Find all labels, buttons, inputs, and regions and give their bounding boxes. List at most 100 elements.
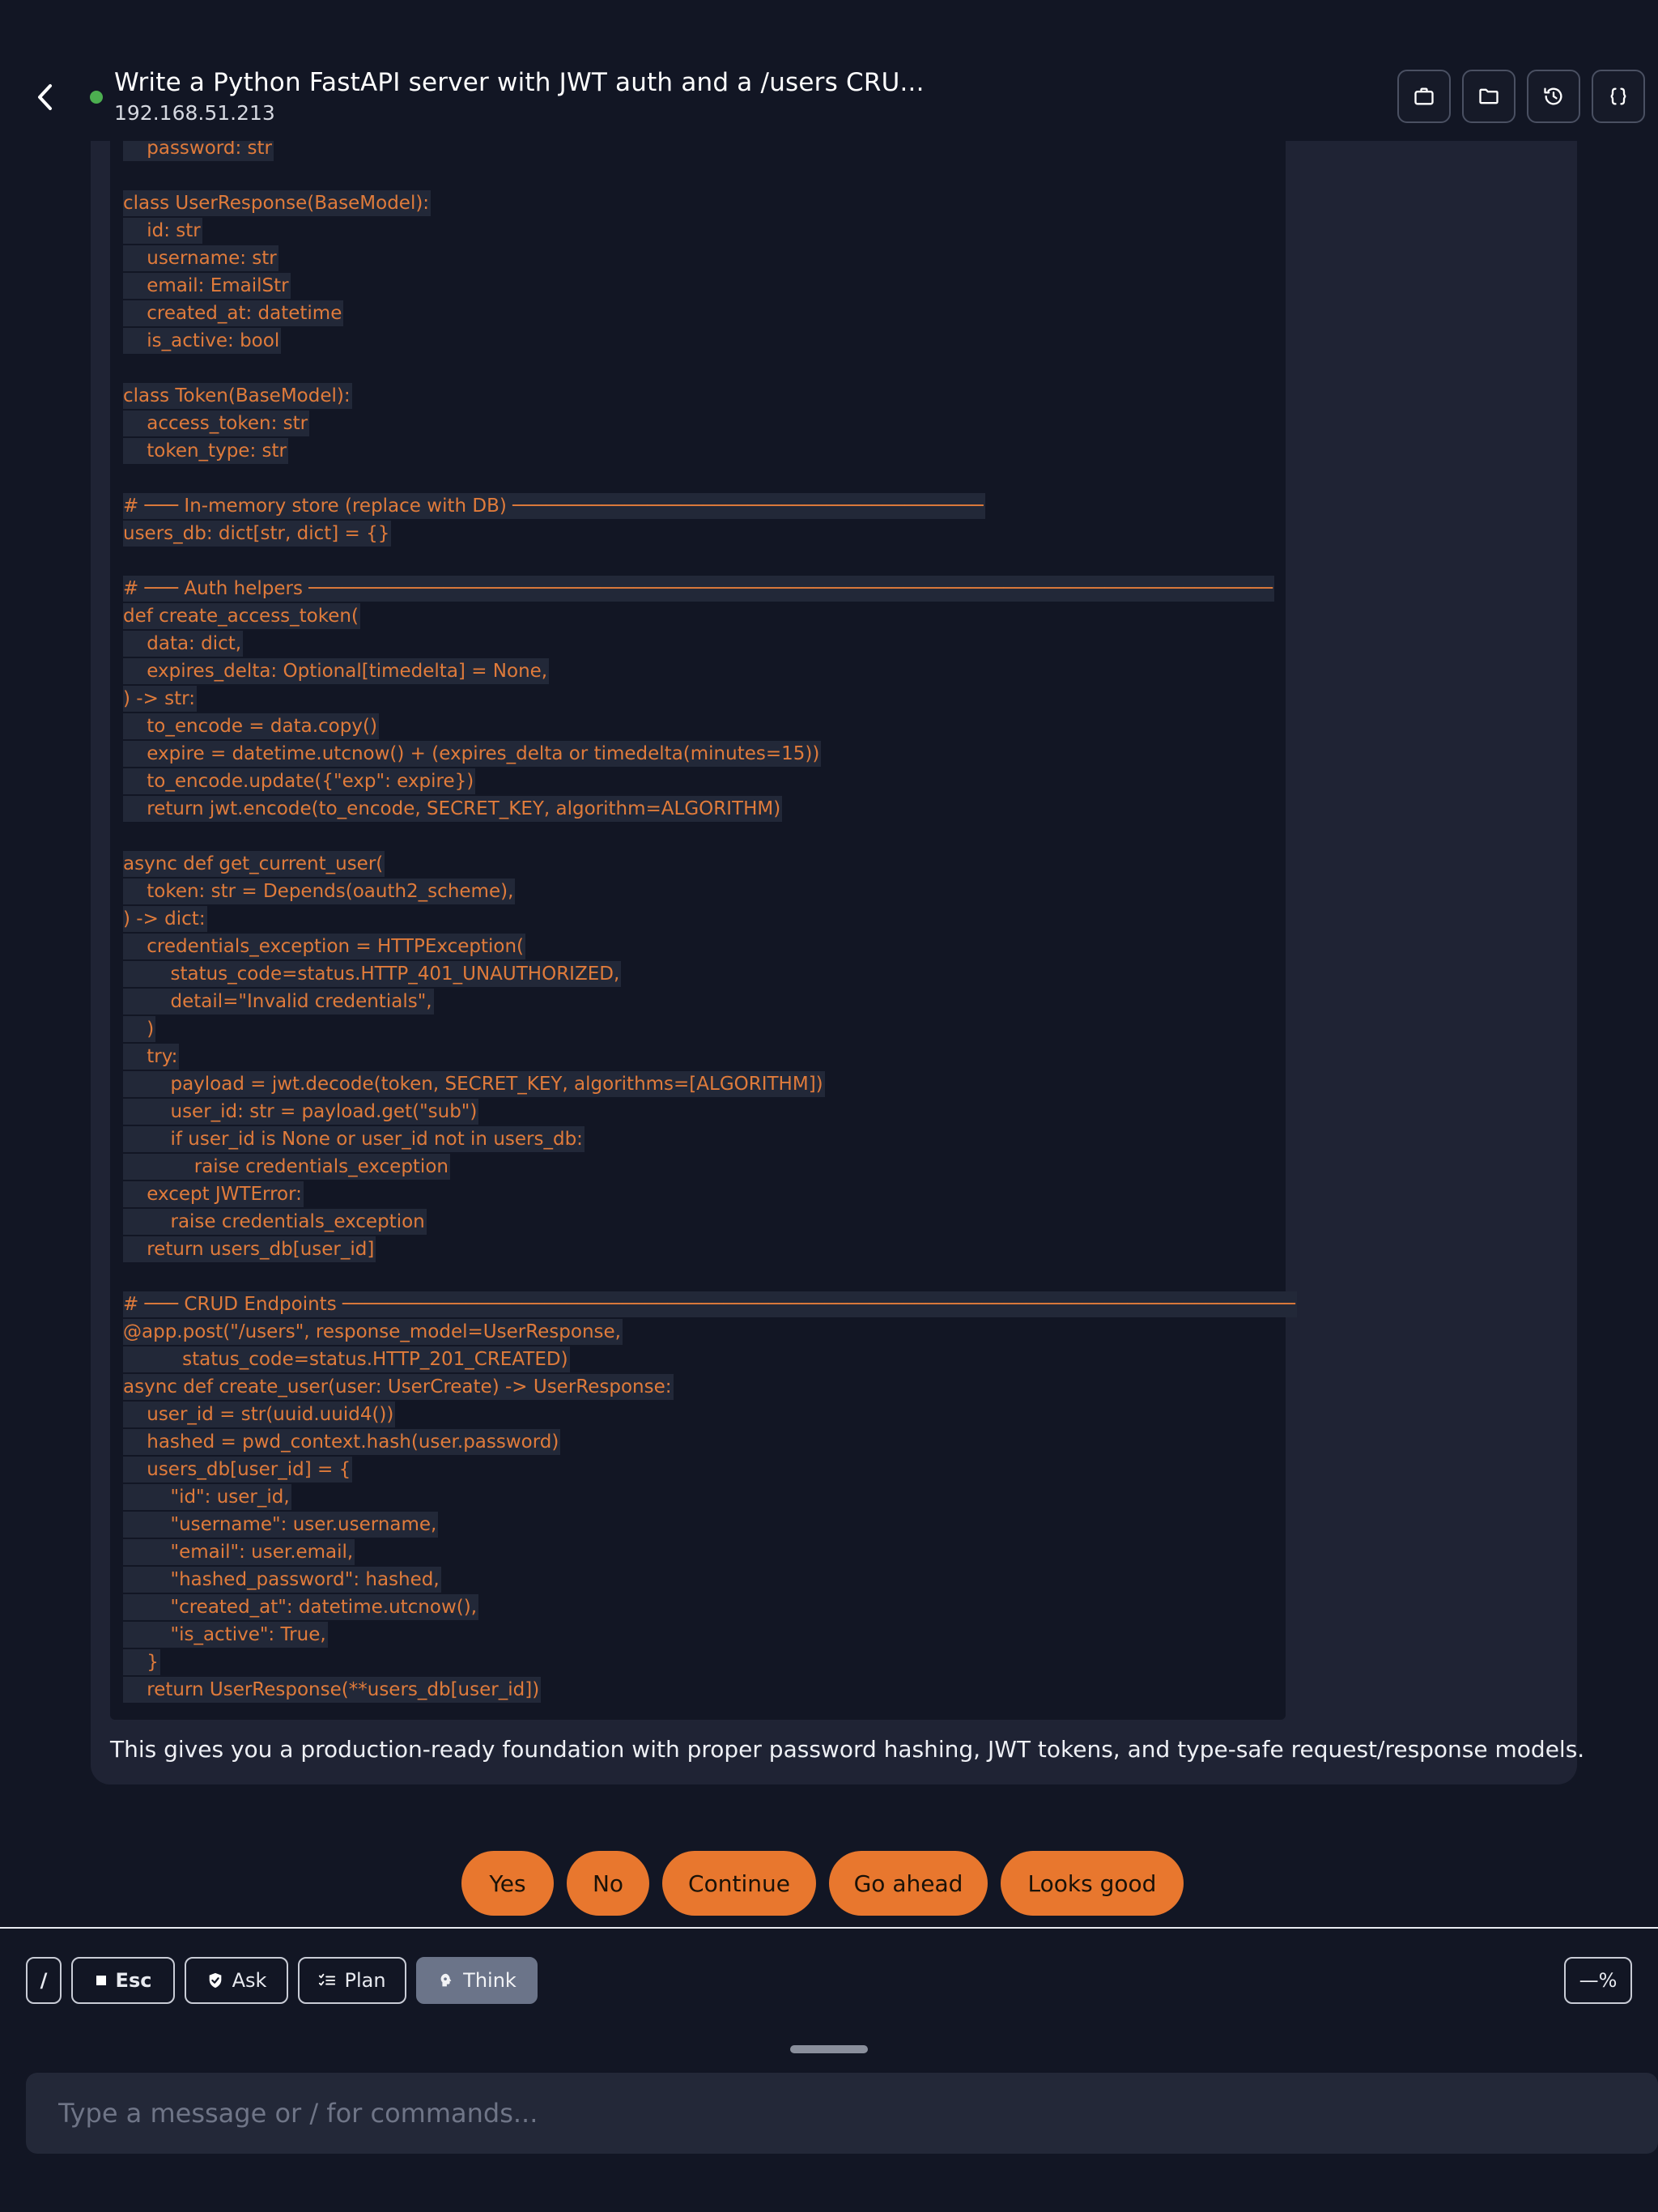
code-line-text: if user_id is None or user_id not in use… [123, 1126, 585, 1152]
code-line: token_type: str [123, 437, 1273, 465]
plan-label: Plan [344, 1969, 386, 1992]
code-line-text: email: EmailStr [123, 273, 291, 299]
code-line-text: "email": user.email, [123, 1539, 355, 1565]
code-line: id: str [123, 217, 1273, 245]
code-line: async def create_user(user: UserCreate) … [123, 1373, 1273, 1401]
slash-commands-button[interactable]: / [26, 1957, 62, 2004]
session-title: Write a Python FastAPI server with JWT a… [114, 68, 925, 97]
drag-handle[interactable] [790, 2045, 868, 2053]
code-line: "hashed_password": hashed, [123, 1566, 1273, 1593]
quick-reply-go-ahead[interactable]: Go ahead [829, 1851, 988, 1916]
esc-label: Esc [115, 1969, 152, 1992]
code-line: try: [123, 1043, 1273, 1070]
code-line: token: str = Depends(oauth2_scheme), [123, 878, 1273, 905]
divider [0, 1927, 1658, 1929]
code-line-text: class UserResponse(BaseModel): [123, 190, 432, 216]
code-line: expire = datetime.utcnow() + (expires_de… [123, 740, 1273, 768]
message-summary: This gives you a production-ready founda… [110, 1736, 1585, 1763]
brain-icon [440, 1973, 452, 1987]
code-line-text: token: str = Depends(oauth2_scheme), [123, 878, 516, 904]
quick-reply-no[interactable]: No [567, 1851, 649, 1916]
code-line-text: return UserResponse(**users_db[user_id]) [123, 1677, 542, 1703]
code-line-text: detail="Invalid credentials", [123, 989, 434, 1015]
code-line-text: # ─── CRUD Endpoints ───────────────────… [123, 1291, 1298, 1317]
code-line-text: status_code=status.HTTP_201_CREATED) [123, 1346, 570, 1372]
code-line: status_code=status.HTTP_201_CREATED) [123, 1346, 1273, 1373]
code-line-text: "is_active": True, [123, 1622, 328, 1648]
code-line: username: str [123, 245, 1273, 272]
briefcase-button[interactable] [1397, 70, 1451, 123]
code-line-text: except JWTError: [123, 1181, 304, 1207]
code-line-text: expire = datetime.utcnow() + (expires_de… [123, 741, 822, 767]
code-line: users_db: dict[str, dict] = {} [123, 520, 1273, 547]
ask-mode-button[interactable]: Ask [185, 1957, 288, 2004]
code-line-text: @app.post("/users", response_model=UserR… [123, 1319, 623, 1345]
code-line-text: "id": user_id, [123, 1484, 291, 1510]
quick-reply-continue[interactable]: Continue [662, 1851, 816, 1916]
folder-button[interactable] [1462, 70, 1516, 123]
code-line-text: payload = jwt.decode(token, SECRET_KEY, … [123, 1071, 825, 1097]
braces-icon [1610, 87, 1626, 105]
code-line-text: def create_access_token( [123, 603, 360, 629]
host-address: 192.168.51.213 [114, 101, 275, 125]
slash-label: / [40, 1969, 48, 1992]
code-line: @app.post("/users", response_model=UserR… [123, 1318, 1273, 1346]
code-view-button[interactable] [1592, 70, 1645, 123]
code-line-text: ) [123, 1016, 156, 1042]
code-line-text: to_encode = data.copy() [123, 713, 379, 739]
code-line: return users_db[user_id] [123, 1236, 1273, 1263]
code-line: except JWTError: [123, 1180, 1273, 1208]
back-button[interactable] [31, 79, 60, 115]
code-line: status_code=status.HTTP_401_UNAUTHORIZED… [123, 960, 1273, 988]
code-line-text: async def create_user(user: UserCreate) … [123, 1374, 674, 1400]
think-mode-button[interactable]: Think [416, 1957, 538, 2004]
code-line-text: "username": user.username, [123, 1512, 439, 1538]
code-line-text: status_code=status.HTTP_401_UNAUTHORIZED… [123, 961, 622, 987]
code-line-text: token_type: str [123, 438, 288, 464]
code-line-text: ) -> dict: [123, 906, 207, 932]
code-line: to_encode = data.copy() [123, 713, 1273, 740]
code-line: user_id = str(uuid.uuid4()) [123, 1401, 1273, 1428]
code-line: "username": user.username, [123, 1511, 1273, 1538]
code-line-text: # ─── Auth helpers ─────────────────────… [123, 576, 1275, 602]
code-line: def create_access_token( [123, 602, 1273, 630]
code-line: raise credentials_exception [123, 1208, 1273, 1236]
code-line: raise credentials_exception [123, 1153, 1273, 1180]
code-line: async def get_current_user( [123, 850, 1273, 878]
code-line-text: credentials_exception = HTTPException( [123, 934, 526, 959]
code-line: created_at: datetime [123, 300, 1273, 327]
code-line: if user_id is None or user_id not in use… [123, 1125, 1273, 1153]
code-line: "email": user.email, [123, 1538, 1273, 1566]
code-line: return UserResponse(**users_db[user_id]) [123, 1676, 1273, 1704]
code-line-text: data: dict, [123, 631, 244, 657]
code-line: payload = jwt.decode(token, SECRET_KEY, … [123, 1070, 1273, 1098]
code-line-text: user_id: str = payload.get("sub") [123, 1099, 479, 1125]
quick-reply-yes[interactable]: Yes [461, 1851, 554, 1916]
history-button[interactable] [1527, 70, 1580, 123]
code-line: to_encode.update({"exp": expire}) [123, 768, 1273, 795]
plan-mode-button[interactable]: Plan [298, 1957, 406, 2004]
code-line: access_token: str [123, 410, 1273, 437]
code-line: "created_at": datetime.utcnow(), [123, 1593, 1273, 1621]
code-line: "id": user_id, [123, 1483, 1273, 1511]
code-line: class Token(BaseModel): [123, 382, 1273, 410]
code-line: is_active: bool [123, 327, 1273, 355]
code-line-text: # ─── In-memory store (replace with DB) … [123, 493, 985, 519]
code-line-text: user_id = str(uuid.uuid4()) [123, 1402, 396, 1427]
code-line-text: return jwt.encode(to_encode, SECRET_KEY,… [123, 796, 783, 822]
code-line: detail="Invalid credentials", [123, 988, 1273, 1015]
code-line-text: hashed = pwd_context.hash(user.password) [123, 1429, 561, 1455]
context-usage-button[interactable]: —% [1564, 1957, 1632, 2004]
code-line-text: is_active: bool [123, 328, 282, 354]
code-line-text: raise credentials_exception [123, 1209, 427, 1235]
shield-check-icon [209, 1972, 221, 1989]
quick-reply-looks-good[interactable]: Looks good [1001, 1851, 1184, 1916]
code-line: hashed = pwd_context.hash(user.password) [123, 1428, 1273, 1456]
code-line: users_db[user_id] = { [123, 1456, 1273, 1483]
message-input[interactable] [26, 2073, 1658, 2154]
esc-button[interactable]: Esc [71, 1957, 175, 2004]
code-line: ) [123, 1015, 1273, 1043]
code-line-text: class Token(BaseModel): [123, 383, 352, 409]
code-line: # ─── CRUD Endpoints ───────────────────… [123, 1291, 1298, 1318]
